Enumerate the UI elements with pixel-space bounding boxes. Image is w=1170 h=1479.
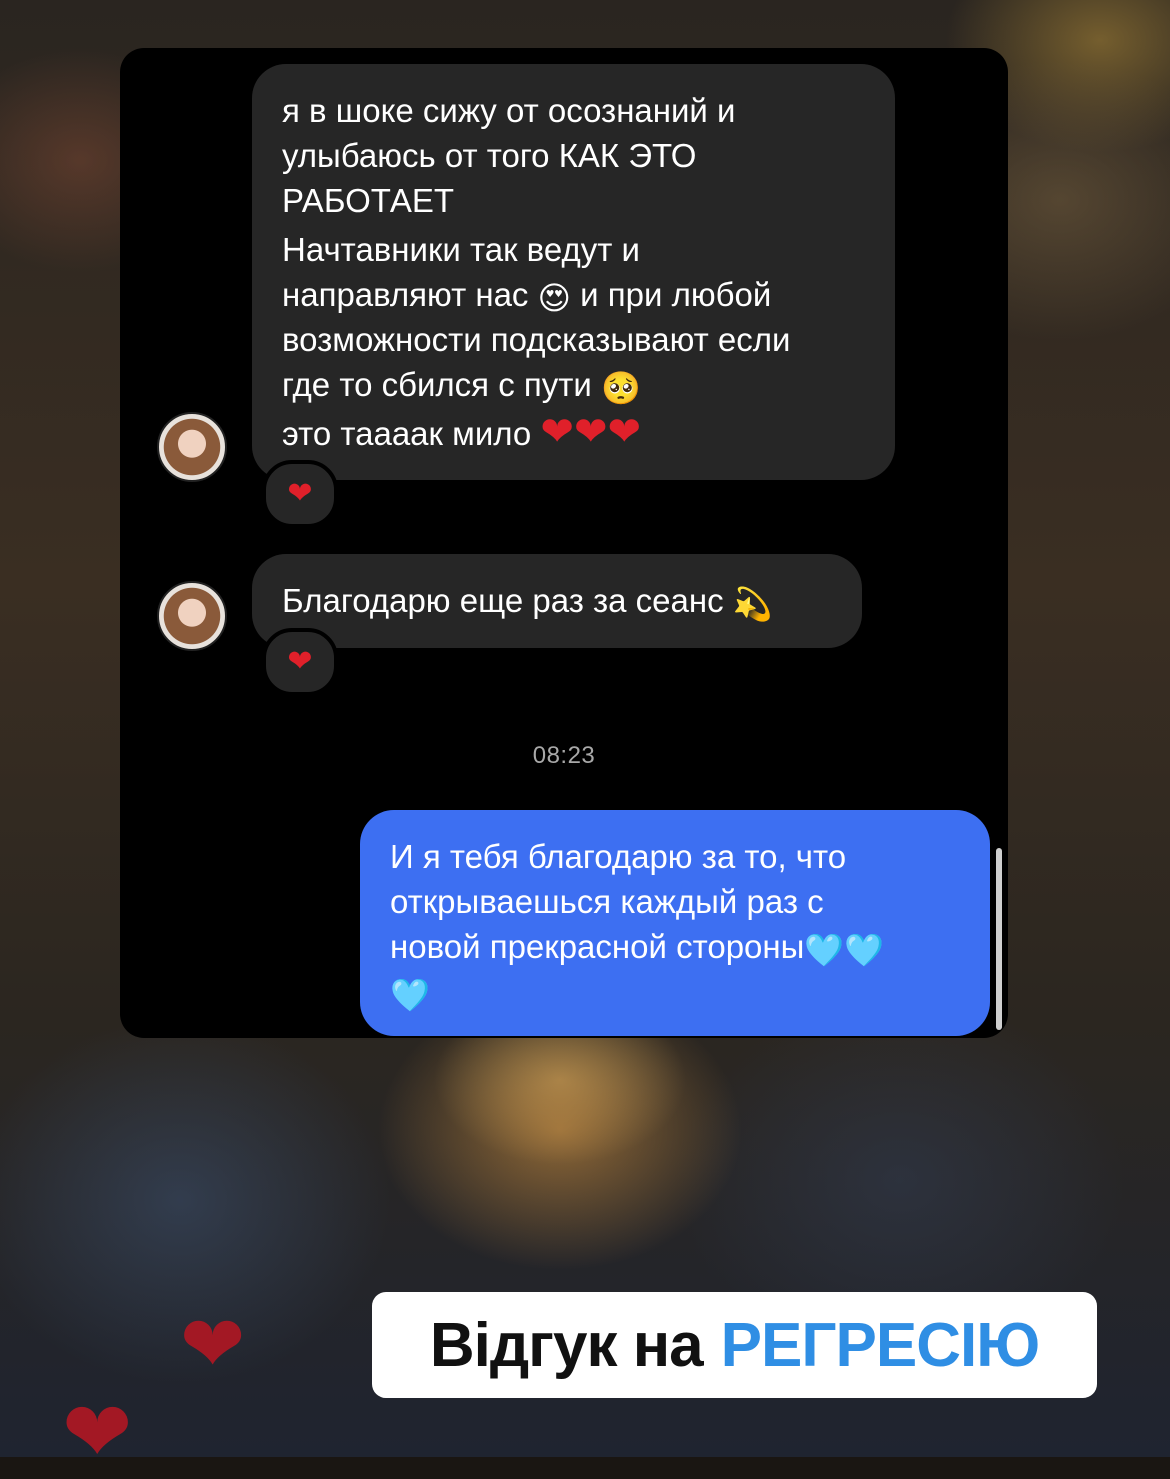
message-line: где то сбился с пути 🥺 — [282, 366, 641, 406]
message-line: возможности подсказывают если — [282, 321, 791, 358]
sender-avatar[interactable] — [157, 412, 227, 482]
incoming-message-2[interactable]: Благодарю еще раз за сеанс 💫 — [252, 554, 862, 648]
floating-heart-icon: ❤ — [62, 1385, 133, 1479]
red-heart-icon: ❤ — [287, 645, 313, 678]
red-heart-icon: ❤ — [287, 477, 313, 510]
red-heart-icon: ❤ — [607, 410, 641, 454]
pleading-face-emoji: 🥺 — [600, 370, 641, 406]
heart-eyes-emoji: 😍 — [537, 280, 571, 316]
message-line: улыбаюсь от того КАК ЭТО — [282, 137, 697, 174]
message-line: направляют нас 😍 и при любой — [282, 276, 772, 316]
message-reaction[interactable]: ❤ — [262, 460, 338, 528]
message-text: Благодарю еще раз за сеанс — [282, 582, 724, 619]
chat-screenshot: я в шоке сижу от осознаний и улыбаюсь от… — [120, 48, 1008, 1038]
incoming-message-1[interactable]: я в шоке сижу от осознаний и улыбаюсь от… — [252, 64, 895, 480]
sender-avatar[interactable] — [157, 581, 227, 651]
message-timestamp: 08:23 — [532, 742, 596, 769]
red-heart-icon: ❤ — [573, 410, 608, 454]
message-line: И я тебя благодарю за то, что — [390, 838, 847, 875]
floating-heart-icon: ❤ — [180, 1300, 246, 1388]
message-line: открываешься каждый раз с — [390, 883, 824, 920]
red-heart-icon: ❤ — [540, 410, 574, 454]
message-line: это тааaак мило ❤❤❤ — [282, 410, 641, 454]
light-blue-heart-icon: 🩵 — [390, 977, 430, 1013]
dizzy-emoji: 💫 — [732, 586, 773, 622]
light-blue-heart-icon: 🩵 — [844, 932, 885, 968]
message-line: новой прекрасной стороны🩵🩵 — [390, 928, 885, 968]
outgoing-message[interactable]: И я тебя благодарю за то, что открываешь… — [360, 810, 990, 1036]
message-reaction[interactable]: ❤ — [262, 628, 338, 696]
message-line: я в шоке сижу от осознаний и — [282, 92, 736, 129]
message-line: 🩵 — [390, 969, 960, 1014]
message-line: РАБОТАЕТ — [282, 182, 455, 219]
caption-sticker: Відгук на РЕГРЕСІЮ — [372, 1292, 1097, 1398]
light-blue-heart-icon: 🩵 — [804, 932, 845, 968]
caption-text: Відгук на — [429, 1310, 704, 1380]
message-line: Начтавники так ведут и — [282, 231, 640, 268]
caption-highlight: РЕГРЕСІЮ — [720, 1310, 1040, 1380]
scrollbar[interactable] — [996, 848, 1002, 1030]
